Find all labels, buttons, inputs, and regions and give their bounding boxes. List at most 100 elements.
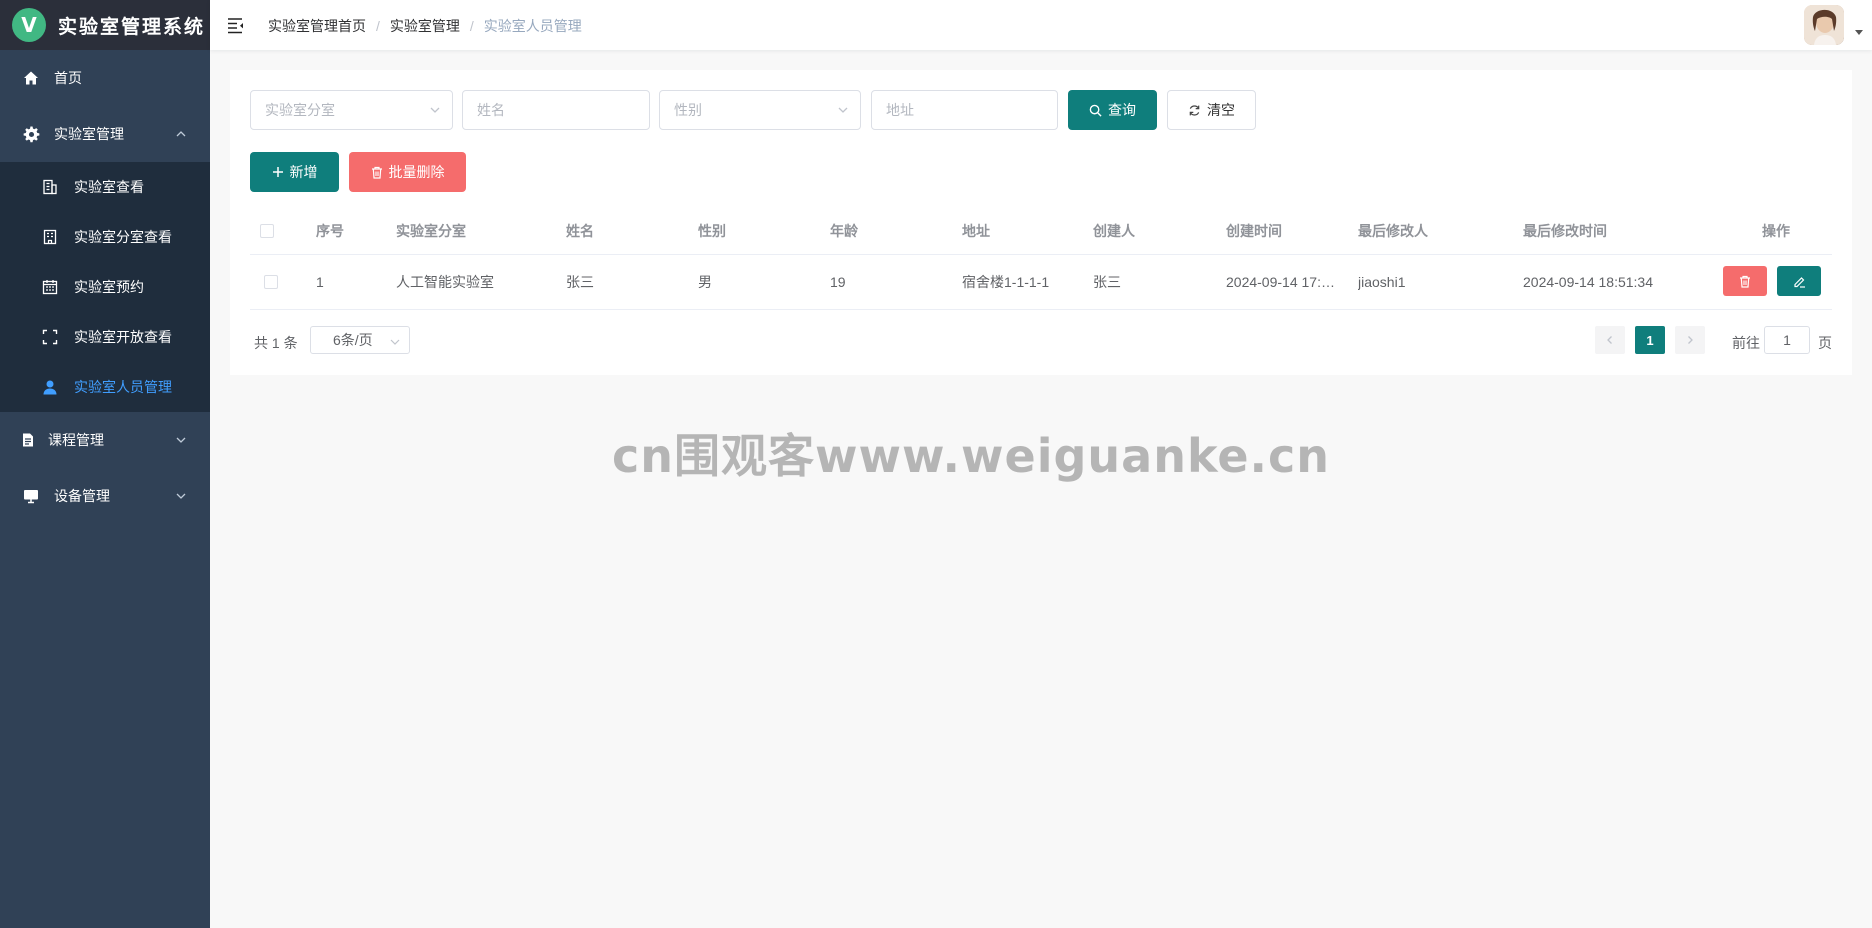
- search-button-label: 查询: [1108, 102, 1136, 118]
- goto-prefix: 前往: [1732, 335, 1760, 351]
- sidebar-subitem-label: 实验室分室查看: [74, 229, 172, 245]
- sidebar-subitem-label: 实验室查看: [74, 179, 144, 195]
- sidebar-subitem-staff-management[interactable]: 实验室人员管理: [0, 362, 210, 412]
- cell-creator: 张三: [1093, 274, 1121, 290]
- gear-icon: [22, 125, 40, 143]
- header-name: 姓名: [566, 222, 594, 239]
- chevron-down-icon: [174, 489, 188, 503]
- logo-badge: V: [12, 8, 46, 42]
- cell-age: 19: [830, 274, 846, 290]
- chevron-down-icon: [836, 103, 850, 117]
- staff-table: 序号 实验室分室 姓名 性别 年龄 地址 创建人 创建时间 最后修改人 最后修改…: [250, 207, 1832, 310]
- batch-delete-button-label: 批量删除: [388, 164, 445, 180]
- room-select[interactable]: 实验室分室: [250, 90, 453, 130]
- breadcrumb: 实验室管理首页 / 实验室管理 / 实验室人员管理: [268, 16, 582, 36]
- main-card: 实验室分室 姓名 性别 地址 查询 清空 新增 批量删除 序号 实验室分室 姓名…: [230, 70, 1852, 375]
- cell-modifier: jiaoshi1: [1358, 274, 1406, 290]
- search-button[interactable]: 查询: [1068, 90, 1157, 130]
- submenu-lab-management: 实验室查看 实验室分室查看 实验室预约 实验室开放查看 实验室人员管理: [0, 162, 210, 412]
- header-index: 序号: [316, 222, 344, 239]
- sidebar-item-course-management[interactable]: 课程管理: [0, 412, 210, 468]
- logo: V 实验室管理系统: [0, 0, 210, 50]
- add-button-label: 新增: [289, 164, 318, 180]
- cell-index: 1: [316, 274, 324, 290]
- goto-suffix: 页: [1818, 335, 1832, 351]
- address-input[interactable]: 地址: [871, 90, 1058, 130]
- sidebar-item-label: 设备管理: [54, 488, 110, 504]
- sidebar-subitem-lab-view[interactable]: 实验室查看: [0, 162, 210, 212]
- row-checkbox[interactable]: [264, 275, 278, 289]
- breadcrumb-current: 实验室人员管理: [483, 18, 582, 34]
- chevron-down-icon: [389, 335, 401, 351]
- office-icon: [42, 229, 58, 245]
- page-size-select[interactable]: 6条/页: [310, 326, 410, 354]
- row-edit-button[interactable]: [1777, 266, 1821, 296]
- caret-down-icon[interactable]: [1855, 30, 1863, 35]
- calendar-icon: [42, 279, 58, 295]
- cell-modified-at: 2024-09-14 18:51:34: [1523, 274, 1653, 290]
- search-icon: [1089, 104, 1102, 117]
- sidebar-subitem-room-view[interactable]: 实验室分室查看: [0, 212, 210, 262]
- breadcrumb-separator: /: [469, 18, 474, 34]
- batch-delete-button[interactable]: 批量删除: [349, 152, 466, 192]
- breadcrumb-separator: /: [376, 18, 380, 34]
- page-size-value: 6条/页: [333, 332, 373, 348]
- fullscreen-icon: [42, 329, 58, 345]
- gender-select[interactable]: 性别: [659, 90, 861, 130]
- monitor-icon: [22, 487, 40, 505]
- trash-icon: [371, 166, 382, 179]
- chevron-right-icon: [1688, 336, 1693, 344]
- table-row: 1 人工智能实验室 张三 男 19 宿舍楼1-1-1-1 张三 2024-09-…: [250, 255, 1832, 310]
- address-input-placeholder: 地址: [886, 102, 914, 118]
- plus-icon: [272, 167, 283, 177]
- cell-room: 人工智能实验室: [396, 274, 494, 290]
- trash-icon: [1740, 275, 1750, 288]
- name-input[interactable]: 姓名: [462, 90, 650, 130]
- row-delete-button[interactable]: [1723, 266, 1767, 296]
- room-select-placeholder: 实验室分室: [265, 102, 335, 118]
- header-created-at: 创建时间: [1226, 222, 1282, 239]
- prev-page-button[interactable]: [1595, 326, 1625, 354]
- add-button[interactable]: 新增: [250, 152, 339, 192]
- building-icon: [42, 179, 58, 195]
- watermark: cn围观客www.weiguanke.cn: [612, 429, 1331, 483]
- clear-button-label: 清空: [1207, 102, 1235, 118]
- user-icon: [42, 379, 58, 395]
- breadcrumb-home[interactable]: 实验室管理首页: [268, 16, 366, 36]
- sidebar-subitem-label: 实验室预约: [74, 279, 144, 295]
- sidebar-item-label: 首页: [54, 70, 82, 86]
- page-number-button[interactable]: 1: [1635, 326, 1665, 354]
- chevron-down-icon: [174, 433, 188, 447]
- name-input-placeholder: 姓名: [477, 102, 505, 118]
- goto-page-input[interactable]: 1: [1764, 326, 1810, 354]
- collapse-menu-icon[interactable]: [226, 15, 246, 35]
- header-creator: 创建人: [1093, 222, 1135, 239]
- pagination-total: 共 1 条: [254, 335, 298, 351]
- avatar[interactable]: [1804, 5, 1844, 45]
- select-all-checkbox[interactable]: [260, 224, 274, 238]
- breadcrumb-lab-management[interactable]: 实验室管理: [390, 16, 460, 36]
- sidebar-subitem-reservation[interactable]: 实验室预约: [0, 262, 210, 312]
- table-header: 序号 实验室分室 姓名 性别 年龄 地址 创建人 创建时间 最后修改人 最后修改…: [250, 207, 1832, 255]
- sidebar: V 实验室管理系统 首页 实验室管理 实验室查看 实验室分室查看 实验室预约 实…: [0, 0, 210, 928]
- cell-created-at: 2024-09-14 17:…: [1226, 274, 1335, 290]
- app-title: 实验室管理系统: [58, 15, 206, 38]
- sidebar-item-device-management[interactable]: 设备管理: [0, 468, 210, 524]
- home-icon: [22, 69, 40, 87]
- header-modifier: 最后修改人: [1358, 222, 1428, 239]
- clear-button[interactable]: 清空: [1167, 90, 1256, 130]
- next-page-button[interactable]: [1675, 326, 1705, 354]
- sidebar-subitem-label: 实验室开放查看: [74, 329, 172, 345]
- sidebar-item-home[interactable]: 首页: [0, 50, 210, 106]
- sidebar-item-lab-management[interactable]: 实验室管理: [0, 106, 210, 162]
- top-navbar: 实验室管理首页 / 实验室管理 / 实验室人员管理: [210, 0, 1872, 50]
- cell-name: 张三: [566, 274, 594, 290]
- edit-icon: [1793, 276, 1805, 288]
- sidebar-subitem-open-view[interactable]: 实验室开放查看: [0, 312, 210, 362]
- gender-select-placeholder: 性别: [674, 102, 702, 118]
- header-room: 实验室分室: [396, 222, 466, 239]
- cell-address: 宿舍楼1-1-1-1: [962, 274, 1050, 290]
- sidebar-subitem-label: 实验室人员管理: [74, 379, 172, 395]
- header-gender: 性别: [698, 222, 726, 239]
- chevron-left-icon: [1607, 336, 1612, 344]
